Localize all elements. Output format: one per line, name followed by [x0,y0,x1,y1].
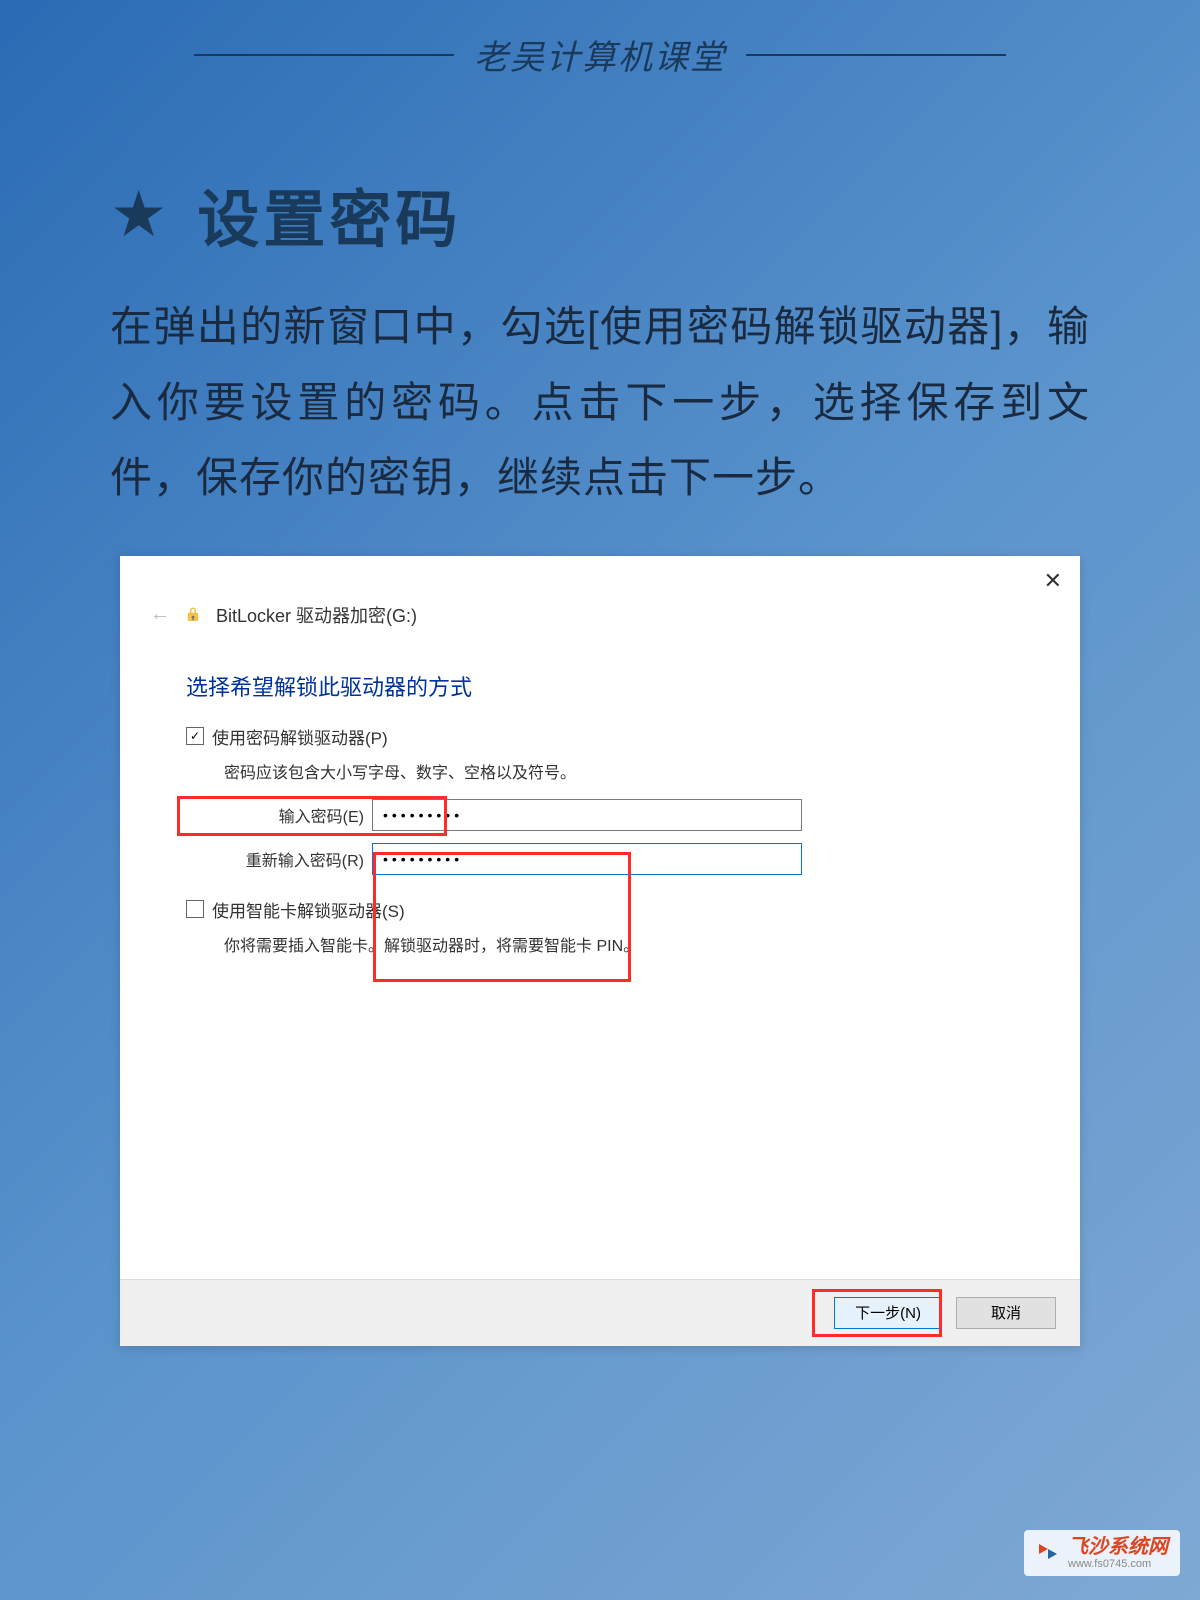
back-arrow-icon[interactable]: ← [150,603,170,626]
smartcard-option-label[interactable]: 使用智能卡解锁驱动器(S) [212,897,405,922]
smartcard-section: 使用智能卡解锁驱动器(S) 你将需要插入智能卡。解锁驱动器时，将需要智能卡 PI… [120,897,1080,956]
password-input[interactable] [372,799,802,831]
dialog-heading: 选择希望解锁此驱动器的方式 [186,670,1080,702]
password-option-row: ✓ 使用密码解锁驱动器(P) [186,724,1080,749]
close-icon[interactable]: ✕ [1044,568,1062,594]
smartcard-checkbox[interactable] [186,900,204,918]
section-title: ★ 设置密码 [110,169,1200,259]
dialog-title: BitLocker 驱动器加密(G:) [216,602,417,628]
password-reinput-label: 重新输入密码(R) [224,847,364,871]
smartcard-hint: 你将需要插入智能卡。解锁驱动器时，将需要智能卡 PIN。 [224,932,1080,956]
watermark: 飞沙系统网 www.fs0745.com [1024,1530,1180,1576]
password-input-row: 输入密码(E) [224,799,1080,831]
star-icon: ★ [110,182,167,246]
divider-left [194,54,454,56]
watermark-logo-icon [1036,1541,1060,1565]
password-option-label[interactable]: 使用密码解锁驱动器(P) [212,724,388,749]
smartcard-option-row: 使用智能卡解锁驱动器(S) [186,897,1080,922]
page-header-title: 老吴计算机课堂 [474,30,726,79]
divider-right [746,54,1006,56]
cancel-button[interactable]: 取消 [956,1297,1056,1329]
password-checkbox[interactable]: ✓ [186,727,204,745]
watermark-name: 飞沙系统网 [1068,1536,1168,1558]
dialog-footer: 下一步(N) 取消 [120,1279,1080,1346]
section-description: 在弹出的新窗口中，勾选[使用密码解锁驱动器]，输入你要设置的密码。点击下一步，选… [110,289,1090,516]
next-button[interactable]: 下一步(N) [834,1297,942,1329]
dialog-header: ← BitLocker 驱动器加密(G:) [120,556,1080,628]
password-input-label: 输入密码(E) [224,803,364,827]
watermark-url: www.fs0745.com [1068,1558,1168,1570]
password-reinput-row: 重新输入密码(R) [224,843,1080,875]
password-hint: 密码应该包含大小写字母、数字、空格以及符号。 [224,759,1080,783]
page-header: 老吴计算机课堂 [0,0,1200,79]
bitlocker-dialog: ✕ ← BitLocker 驱动器加密(G:) 选择希望解锁此驱动器的方式 ✓ … [120,556,1080,1346]
section-title-text: 设置密码 [197,169,461,259]
password-reinput[interactable] [372,843,802,875]
lock-key-icon [184,606,202,624]
